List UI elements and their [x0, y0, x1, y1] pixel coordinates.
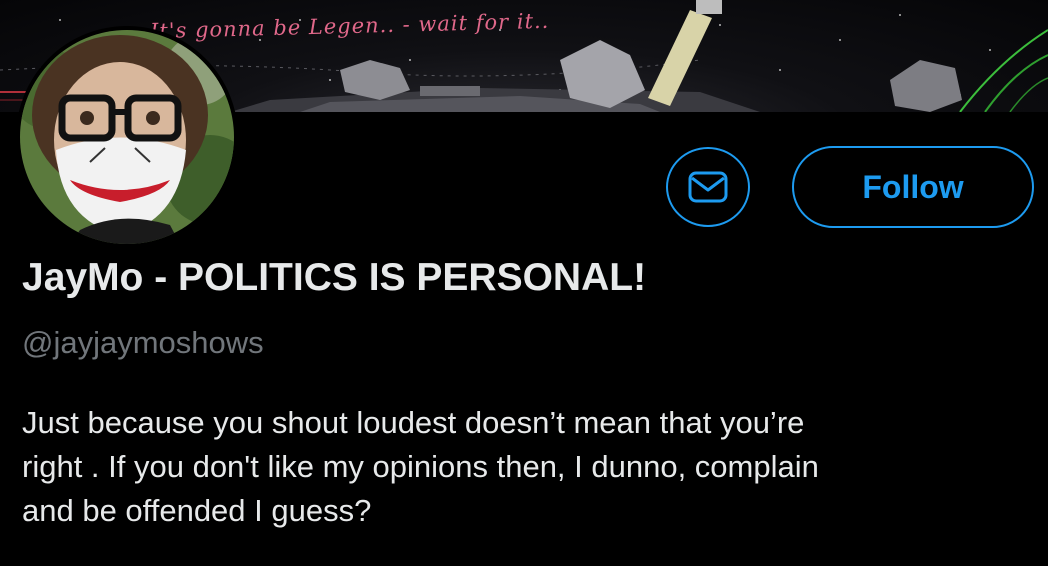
message-button[interactable]: [666, 147, 750, 227]
follow-button[interactable]: Follow: [792, 146, 1034, 228]
bio-line: right . If you don't like my opinions th…: [22, 449, 819, 484]
display-name: JayMo - POLITICS IS PERSONAL!: [22, 256, 647, 299]
bio-line: and be offended I guess?: [22, 493, 372, 528]
avatar-image: [20, 30, 234, 244]
profile-bio: Just because you shout loudest doesn’t m…: [22, 401, 1032, 533]
envelope-icon: [688, 171, 728, 203]
profile-handle: @jayjaymoshows: [22, 325, 264, 360]
bio-line: Just because you shout loudest doesn’t m…: [22, 405, 805, 440]
avatar[interactable]: [16, 26, 238, 248]
